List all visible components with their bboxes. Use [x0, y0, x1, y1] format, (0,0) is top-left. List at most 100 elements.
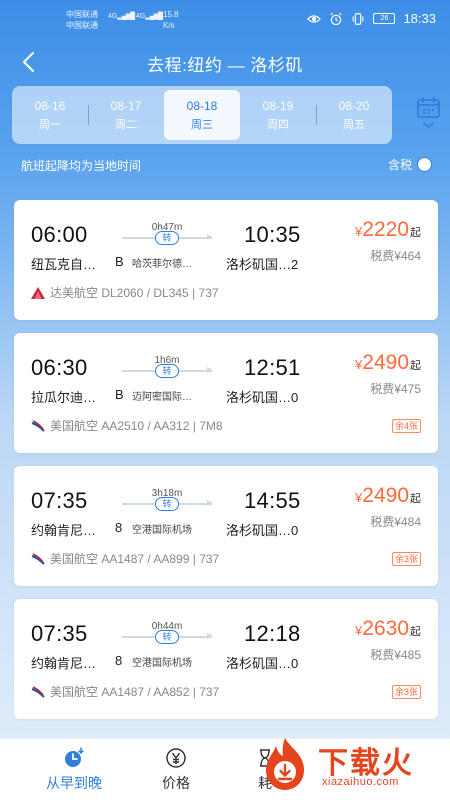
signal-bars-icon: ▂▄▆█: [117, 13, 135, 20]
price-amount: 2630: [362, 617, 409, 640]
tax-fee: 税费¥485: [370, 648, 421, 662]
header: 去程:纽约 — 洛杉矶: [0, 40, 450, 84]
price-amount: 2490: [362, 351, 409, 374]
price: ¥ 2220 起: [355, 218, 421, 242]
airline-info: 美国航空 AA2510 / AA312 | 7M8: [31, 417, 223, 434]
flight-card[interactable]: 06:00 纽瓦克自… B 0h47m 转 哈茨菲尔德… 10:35 洛杉矶国……: [14, 200, 438, 320]
signal-1-label: 4G: [108, 13, 118, 20]
date-tab-date: 08-19: [262, 98, 294, 113]
date-selector: 08-16 周一 08-17 周二 08-18 周三 08-19 周四 08-2…: [12, 86, 392, 144]
sort-tab-label: 价格: [162, 775, 190, 791]
sort-tab-price[interactable]: 价格: [148, 739, 204, 800]
price-suffix: 起: [410, 626, 421, 638]
seats-left-badge: 余3张: [391, 685, 421, 699]
signal-2-label: 4G: [135, 13, 146, 20]
transfer-airport: 哈茨菲尔德…: [132, 259, 192, 270]
tax-radio[interactable]: [417, 157, 432, 172]
date-tab-weekday: 周四: [267, 118, 289, 131]
price-currency: ¥: [355, 490, 363, 505]
transfer-airport: 迈阿密国际…: [132, 392, 192, 403]
page-title: 去程:纽约 — 洛杉矶: [147, 56, 303, 75]
arrival-time: 14:55: [244, 488, 301, 513]
tax-toggle-label: 含税: [387, 158, 412, 172]
departure-time: 06:30: [31, 355, 88, 380]
date-tab-weekday: 周五: [343, 118, 365, 131]
speed-unit: K/s: [163, 21, 175, 30]
airline-info: 美国航空 AA1487 / AA852 | 737: [31, 683, 219, 700]
delta-logo-icon: [31, 286, 45, 299]
departure-airport: 拉瓜尔迪…: [31, 390, 97, 405]
departure-terminal: B: [115, 387, 124, 402]
status-bar: 中国联通 中国联通 4G▂▄▆█ 4G▂▄▆█ 15.8 K/s 26 18:3…: [0, 0, 450, 40]
airline-flight-numbers: 美国航空 AA1487 / AA852 | 737: [50, 685, 220, 699]
departure-time: 06:00: [31, 222, 88, 247]
flight-card[interactable]: 07:35 约翰肯尼… 8 0h44m 转 空港国际机场 12:18 洛杉矶国……: [14, 599, 438, 719]
date-tab-0817[interactable]: 08-17 周二: [88, 90, 164, 140]
price: ¥ 2490 起: [355, 484, 421, 508]
clock: 18:33: [403, 11, 436, 26]
transfer-badge: 转: [155, 630, 179, 644]
date-tab-date: 08-18: [186, 98, 218, 113]
carrier-labels: 中国联通 中国联通: [66, 9, 98, 31]
price-currency: ¥: [355, 224, 363, 239]
airline-flight-numbers: 达美航空 DL2060 / DL345 | 737: [50, 286, 219, 300]
tax-fee: 税费¥475: [370, 382, 421, 396]
price-currency: ¥: [355, 357, 363, 372]
watermark: 下载火 xiazaihuo.com: [256, 732, 444, 796]
date-tab-0818-selected[interactable]: 08-18 周三: [164, 90, 240, 140]
date-tab-weekday: 周三: [191, 118, 213, 131]
arrival-airport: 洛杉矶国…0: [226, 390, 299, 405]
departure-terminal: 8: [115, 653, 123, 668]
date-tab-0819[interactable]: 08-19 周四: [240, 90, 316, 140]
fire-logo-icon: [266, 738, 304, 790]
date-tab-date: 08-16: [34, 98, 66, 113]
status-right: 26 18:33: [307, 11, 436, 26]
seats-left-badge: 余3张: [391, 552, 421, 566]
transfer-badge: 转: [155, 231, 179, 245]
tax-included-toggle[interactable]: 含税: [388, 156, 432, 173]
calendar-button[interactable]: [416, 97, 442, 131]
carrier-2: 中国联通: [66, 21, 98, 30]
price-suffix: 起: [410, 360, 421, 372]
date-tab-date: 08-20: [338, 98, 370, 113]
calendar-icon: [417, 97, 440, 128]
price-suffix: 起: [410, 493, 421, 505]
network-speed: 15.8 K/s: [163, 9, 179, 31]
transfer-airport: 空港国际机场: [132, 525, 192, 536]
airline-flight-numbers: 美国航空 AA2510 / AA312 | 7M8: [50, 419, 223, 433]
departure-terminal: B: [115, 254, 124, 269]
signal-indicators: 4G▂▄▆█ 4G▂▄▆█: [108, 12, 163, 20]
watermark-url: xiazaihuo.com: [322, 776, 399, 788]
arrival-time: 12:18: [244, 621, 301, 646]
date-tab-weekday: 周一: [39, 118, 61, 131]
american-airlines-logo-icon: [31, 685, 45, 698]
departure-airport: 纽瓦克自…: [31, 257, 97, 272]
departure-airport: 约翰肯尼…: [31, 523, 97, 538]
date-tab-0820[interactable]: 08-20 周五: [316, 90, 392, 140]
arrival-airport: 洛杉矶国…0: [226, 656, 299, 671]
alarm-icon: [330, 12, 343, 25]
tax-fee: 税费¥484: [370, 515, 421, 529]
seats-left-badge: 余4张: [391, 419, 421, 433]
arrival-time: 10:35: [244, 222, 301, 247]
date-tab-weekday: 周二: [115, 118, 137, 131]
sort-tab-time[interactable]: 从早到晚: [36, 739, 112, 800]
flight-card[interactable]: 07:35 约翰肯尼… 8 3h18m 转 空港国际机场 14:55 洛杉矶国……: [14, 466, 438, 586]
tax-fee: 税费¥464: [370, 249, 421, 263]
signal-bars-icon: ▂▄▆█: [145, 13, 163, 20]
transfer-badge: 转: [155, 364, 179, 378]
flight-card[interactable]: 06:30 拉瓜尔迪… B 1h6m 转 迈阿密国际… 12:51 洛杉矶国…0…: [14, 333, 438, 453]
price-suffix: 起: [410, 227, 421, 239]
battery-icon: 26: [373, 13, 396, 24]
airline-info: 达美航空 DL2060 / DL345 | 737: [31, 284, 219, 301]
date-tab-0816[interactable]: 08-16 周一: [12, 90, 88, 140]
american-airlines-logo-icon: [31, 552, 45, 565]
eye-icon: [307, 14, 322, 23]
price: ¥ 2630 起: [355, 617, 421, 641]
clock-sort-icon: [65, 747, 84, 767]
price-amount: 2490: [362, 484, 409, 507]
american-airlines-logo-icon: [31, 419, 45, 432]
airline-flight-numbers: 美国航空 AA1487 / AA899 | 737: [50, 552, 220, 566]
carrier-1: 中国联通: [66, 10, 98, 19]
sort-tab-label: 从早到晚: [46, 775, 102, 791]
